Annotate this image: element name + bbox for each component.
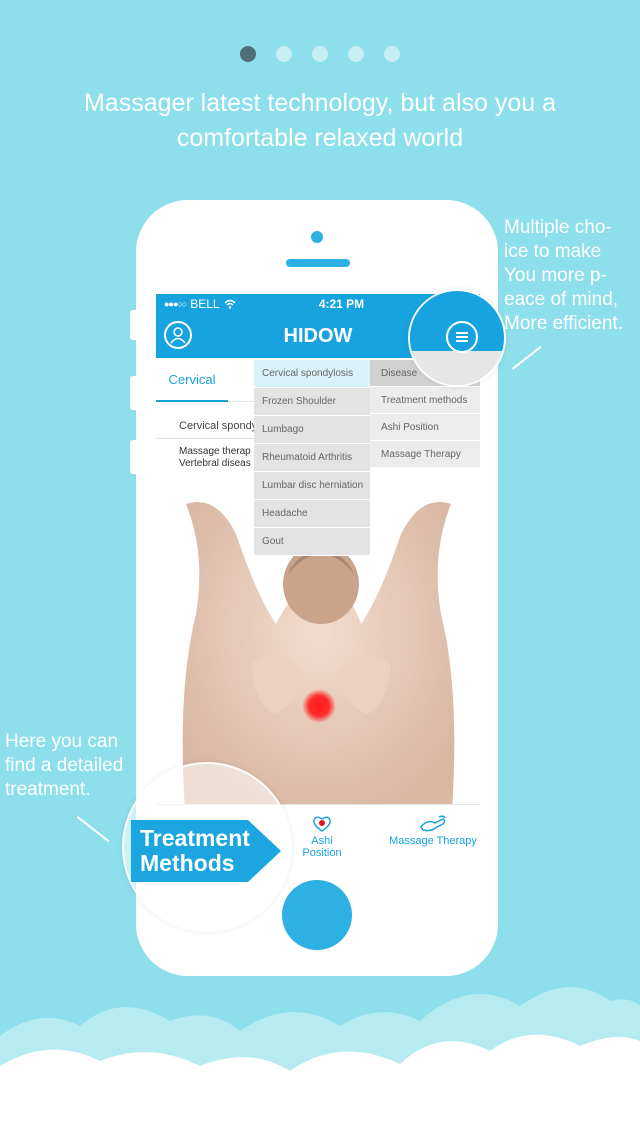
callout-left: Here you can find a detailed treatment. <box>5 730 123 802</box>
pain-point-marker <box>302 689 336 723</box>
treatment-label: Treatment Methods <box>140 826 250 876</box>
category-item[interactable]: Treatment methods <box>370 387 480 414</box>
headline: Massager latest technology, but also you… <box>0 86 640 156</box>
page-dot-5[interactable] <box>384 46 400 62</box>
callout-right-line: ice to make <box>504 241 602 262</box>
menu-icon[interactable] <box>446 321 478 353</box>
callout-right-line: Multiple cho- <box>504 217 612 238</box>
callout-right-line: More efficient. <box>504 313 623 334</box>
disease-item[interactable]: Gout <box>254 528 370 556</box>
heart-icon <box>313 816 331 832</box>
callout-right-line: eace of mind, <box>504 289 619 310</box>
disease-item[interactable]: Lumbar disc herniation <box>254 472 370 500</box>
callout-right: Multiple cho- ice to make You more p- ea… <box>504 216 623 336</box>
callout-right-line: You more p- <box>504 265 607 286</box>
content-title: Cervical spondy <box>179 420 258 432</box>
headline-line-2: comfortable relaxed world <box>176 124 464 152</box>
wifi-icon <box>224 299 236 309</box>
disease-dropdown: Cervical spondylosis Frozen Shoulder Lum… <box>254 360 370 556</box>
treatment-label-line-2: Methods <box>140 850 235 876</box>
page-dot-3[interactable] <box>312 46 328 62</box>
tab-massage-therapy[interactable]: Massage Therapy <box>388 815 478 847</box>
page-indicator <box>0 46 640 62</box>
signal-icon: ●●●○○ <box>164 299 187 309</box>
tab-cervical[interactable]: Cervical <box>156 358 228 402</box>
page-dot-2[interactable] <box>276 46 292 62</box>
callout-left-line: find a detailed <box>5 755 124 776</box>
phone-speaker <box>286 259 350 267</box>
callout-left-line: treatment. <box>5 779 91 800</box>
carrier-label: BELL <box>190 297 220 311</box>
disease-item[interactable]: Headache <box>254 500 370 528</box>
treatment-label-line-1: Treatment <box>140 825 250 851</box>
category-item[interactable]: Massage Therapy <box>370 441 480 468</box>
content-body: Massage therap Vertebral diseas <box>179 446 251 470</box>
page-dot-1[interactable] <box>240 46 256 62</box>
content-body-line-2: Vertebral diseas <box>179 458 251 469</box>
page-dot-4[interactable] <box>348 46 364 62</box>
phone-home-button <box>282 880 352 950</box>
headline-line-1: Massager latest technology, but also you… <box>83 89 557 117</box>
clock: 4:21 PM <box>318 297 365 311</box>
tab-massage-label: Massage Therapy <box>389 835 477 847</box>
callout-left-line: Here you can <box>5 731 119 752</box>
cloud-decoration <box>0 987 640 1136</box>
content-body-line-1: Massage therap <box>179 446 251 457</box>
disease-item[interactable]: Rheumatoid Arthritis <box>254 444 370 472</box>
disease-item[interactable]: Cervical spondylosis <box>254 360 370 388</box>
tab-ashi-position[interactable]: Ashi Position <box>292 815 352 859</box>
phone-camera <box>311 231 323 243</box>
massage-hand-icon <box>420 815 446 832</box>
callout-right-pointer <box>512 345 542 370</box>
callout-left-pointer <box>76 816 110 843</box>
menu-zoom-lens <box>408 289 506 387</box>
category-item[interactable]: Ashi Position <box>370 414 480 441</box>
disease-item[interactable]: Lumbago <box>254 416 370 444</box>
tab-ashi-label: Ashi Position <box>302 835 342 859</box>
disease-item[interactable]: Frozen Shoulder <box>254 388 370 416</box>
